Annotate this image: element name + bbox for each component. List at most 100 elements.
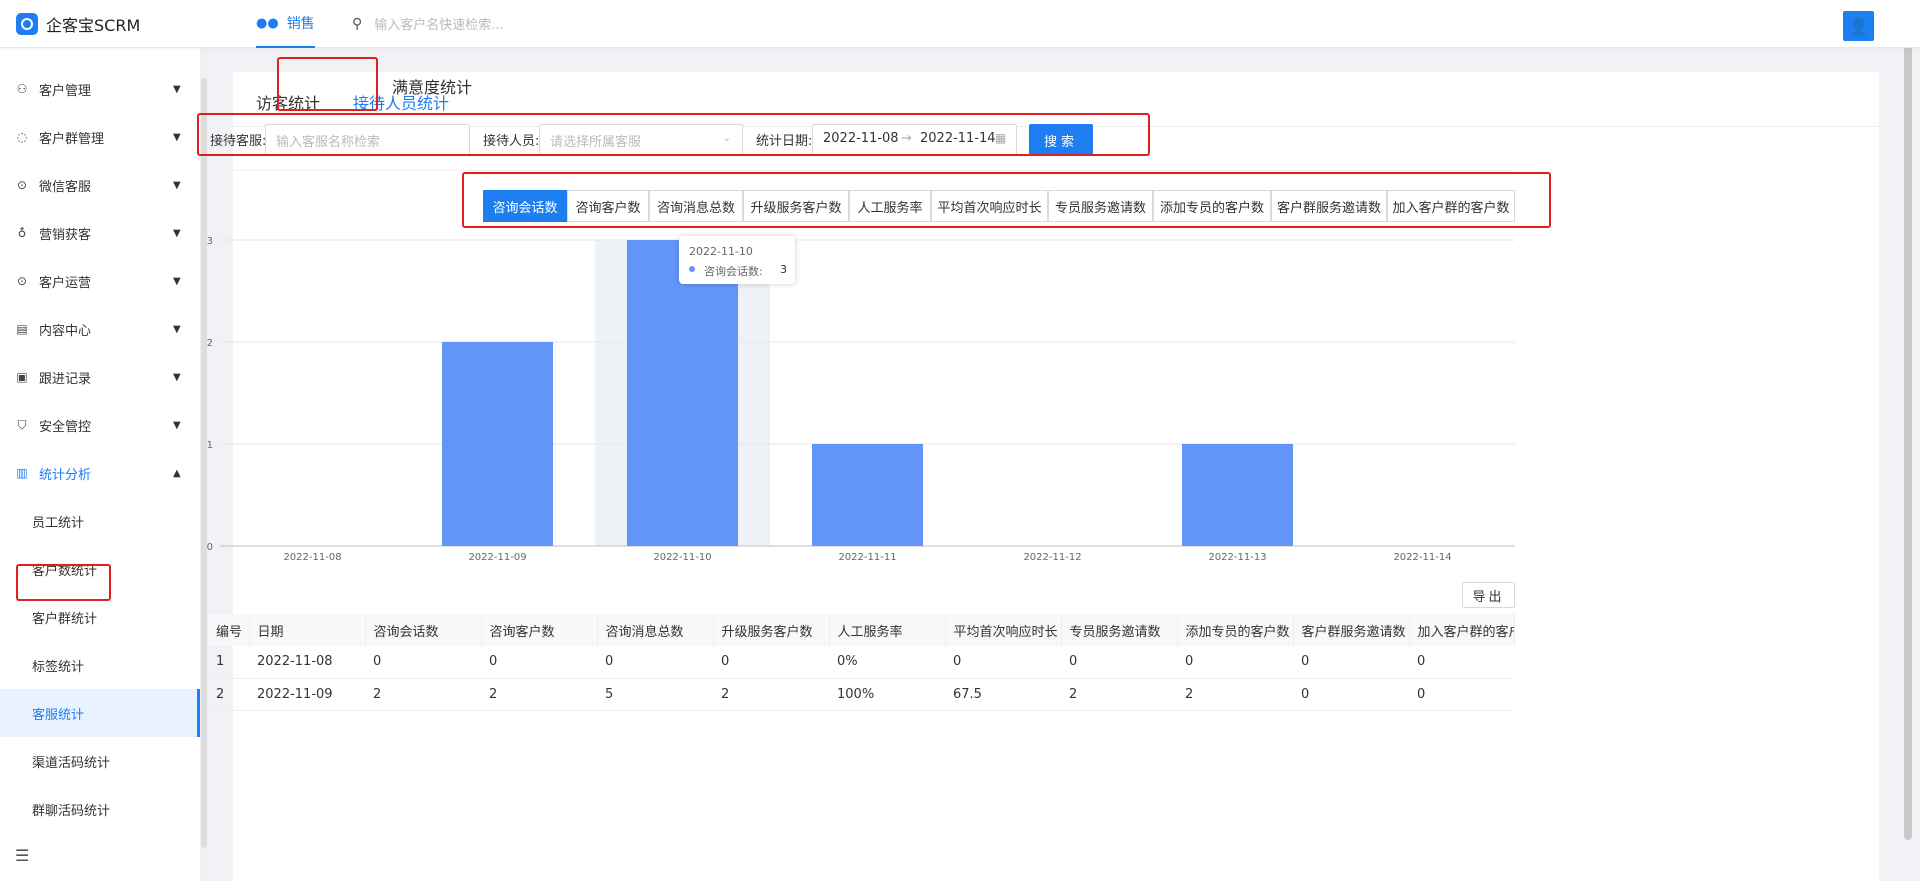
sidebar-item-operation[interactable]: ⊙ 客户运营 ▼ [0,257,200,305]
sidebar-item-label: 客户运营 [39,275,92,291]
page-scrollbar[interactable] [1904,20,1912,840]
table-cell: 0% [829,646,945,679]
sidebar-scrollbar[interactable] [201,78,207,848]
sidebar-item-label: 客户管理 [39,83,92,99]
table-header-cell[interactable]: 客户群服务邀请数 [1293,614,1410,646]
metric-tab-4[interactable]: 人工服务率 [849,190,931,222]
staff-label: 接待人员: [483,134,540,149]
service-label: 接待客服: [210,134,267,149]
table-cell: 0 [1409,678,1514,711]
nav-sales[interactable]: ●● 销售 [256,0,315,48]
user-avatar-button[interactable]: 👤 [1843,11,1874,41]
sidebar: ⚇ 客户管理 ▼ ◌ 客户群管理 ▼ ⊙ 微信客服 ▼ ♁ 营销获客 ▼ ⊙ 客… [0,48,201,881]
stat-tabs: 访客统计 接待人员统计 [233,72,1879,127]
metric-tab-7[interactable]: 添加专员的客户数 [1153,190,1271,222]
sidebar-item-followup[interactable]: ▣ 跟进记录 ▼ [0,353,200,401]
metric-tab-3[interactable]: 升级服务客户数 [743,190,849,222]
staff-select-placeholder: 请选择所属客服 [550,134,642,150]
sidebar-item-label: 安全管控 [39,419,92,435]
app-logo[interactable]: 企客宝SCRM [16,12,140,36]
tab-visitor[interactable]: 访客统计 [256,90,320,114]
sidebar-item-security[interactable]: ⛉ 安全管控 ▼ [0,401,200,449]
table-cell: 5 [597,678,713,711]
table-header-cell[interactable]: 编号 [208,614,250,646]
sidebar-item-customer[interactable]: ⚇ 客户管理 ▼ [0,65,200,113]
table-cell: 2022-11-09 [249,678,365,711]
metric-tab-5[interactable]: 平均首次响应时长 [931,190,1048,222]
chevron-down-icon: ▼ [173,131,181,143]
chevron-down-icon: ▼ [173,179,181,191]
sidebar-subitem-group[interactable]: 客户群统计 [0,593,200,641]
table-cell: 0 [1293,678,1409,711]
sidebar-item-label: 营销获客 [39,227,92,243]
table-cell: 0 [713,646,829,679]
table-cell: 2 [1177,678,1293,711]
logo-icon [16,13,38,35]
sidebar-subitem-staff[interactable]: 员工统计 [0,497,200,545]
table-header-cell[interactable]: 专员服务邀请数 [1061,614,1178,646]
metric-tab-1[interactable]: 咨询客户数 [567,190,649,222]
sidebar-item-label: 微信客服 [39,179,92,195]
search-button[interactable]: 搜索 [1029,124,1093,156]
table-cell: 0 [1409,646,1514,679]
sidebar-subitem-tag[interactable]: 标签统计 [0,641,200,689]
table-header-cell[interactable]: 人工服务率 [829,614,946,646]
sidebar-item-group[interactable]: ◌ 客户群管理 ▼ [0,113,200,161]
sidebar-item-statistics[interactable]: ▥ 统计分析 ▲ [0,449,200,497]
sidebar-subitem-customer-count[interactable]: 客户数统计 [0,545,200,593]
chevron-up-icon: ▲ [173,467,181,479]
calendar-icon: ▦ [995,131,1007,145]
search-icon: ⚲ [352,15,363,32]
app-title: 企客宝SCRM [46,16,141,35]
chevron-down-icon: ▼ [173,371,181,383]
table-row: 2 2022-11-09 2 2 5 2 100% 67.5 2 2 0 0 [208,678,1514,711]
table-cell: 2 [1061,678,1177,711]
date-range-picker[interactable]: 2022-11-08 → 2022-11-14 ▦ [812,124,1017,156]
export-button[interactable]: 导出 [1462,582,1515,608]
table-header-cell[interactable]: 添加专员的客户数 [1177,614,1294,646]
table-cell: 2022-11-08 [249,646,365,679]
date-start[interactable]: 2022-11-08 [823,131,899,146]
metric-tab-2[interactable]: 咨询消息总数 [649,190,743,222]
sidebar-item-content[interactable]: ▤ 内容中心 ▼ [0,305,200,353]
table-cell: 0 [1061,646,1177,679]
chat-icon: ⊙ [16,178,28,192]
table-cell: 2 [365,678,481,711]
chat-icon: ⊙ [16,274,28,288]
table-cell: 0 [365,646,481,679]
global-search[interactable]: ⚲ 输入客户名快速检索... [352,14,504,34]
chevron-down-icon: ▼ [173,83,181,95]
sidebar-subitem-group-code[interactable]: 群聊活码统计 [0,785,200,833]
sidebar-subitem-channel-code[interactable]: 渠道活码统计 [0,737,200,785]
table-header-cell[interactable]: 咨询消息总数 [597,614,714,646]
nav-sales-label: 销售 [286,16,315,32]
metric-tab-8[interactable]: 客户群服务邀请数 [1271,190,1387,222]
sidebar-item-label: 跟进记录 [39,371,92,387]
date-label: 统计日期: [756,134,813,149]
staff-select[interactable]: 请选择所属客服 ⌄ [539,124,743,156]
table-header-cell[interactable]: 日期 [249,614,366,646]
y-tick-label: 1 [207,440,213,451]
user-icon: 👤 [1848,16,1869,36]
table-header-cell[interactable]: 升级服务客户数 [713,614,830,646]
sidebar-item-wechat-service[interactable]: ⊙ 微信客服 ▼ [0,161,200,209]
table-header-row: 编号 日期 咨询会话数 咨询客户数 咨询消息总数 升级服务客户数 人工服务率 平均首次响应时长… [208,614,1515,646]
table-cell: 0 [1293,646,1409,679]
menu-collapse-icon[interactable]: ☰ [15,846,29,865]
y-tick-label: 3 [207,236,213,247]
sidebar-item-marketing[interactable]: ♁ 营销获客 ▼ [0,209,200,257]
table-header-cell[interactable]: 加入客户群的客户数 [1409,614,1515,646]
table-header-cell[interactable]: 平均首次响应时长 [945,614,1062,646]
tooltip-label: 咨询会话数: [704,265,763,278]
metric-tab-6[interactable]: 专员服务邀请数 [1048,190,1153,222]
service-input[interactable]: 输入客服名称检索 [265,124,470,156]
table-header-cell[interactable]: 咨询会话数 [365,614,482,646]
table-cell: 2 [208,678,249,711]
metric-tab-0[interactable]: 咨询会话数 [483,190,567,222]
metric-tab-9[interactable]: 加入客户群的客户数 [1387,190,1515,222]
global-search-input[interactable]: 输入客户名快速检索... [374,14,503,33]
sidebar-subitem-service[interactable]: 客服统计 [0,689,200,737]
tab-satisfaction-label[interactable]: 满意度统计 [392,74,472,98]
table-header-cell[interactable]: 咨询客户数 [481,614,598,646]
date-end[interactable]: 2022-11-14 [920,131,996,146]
